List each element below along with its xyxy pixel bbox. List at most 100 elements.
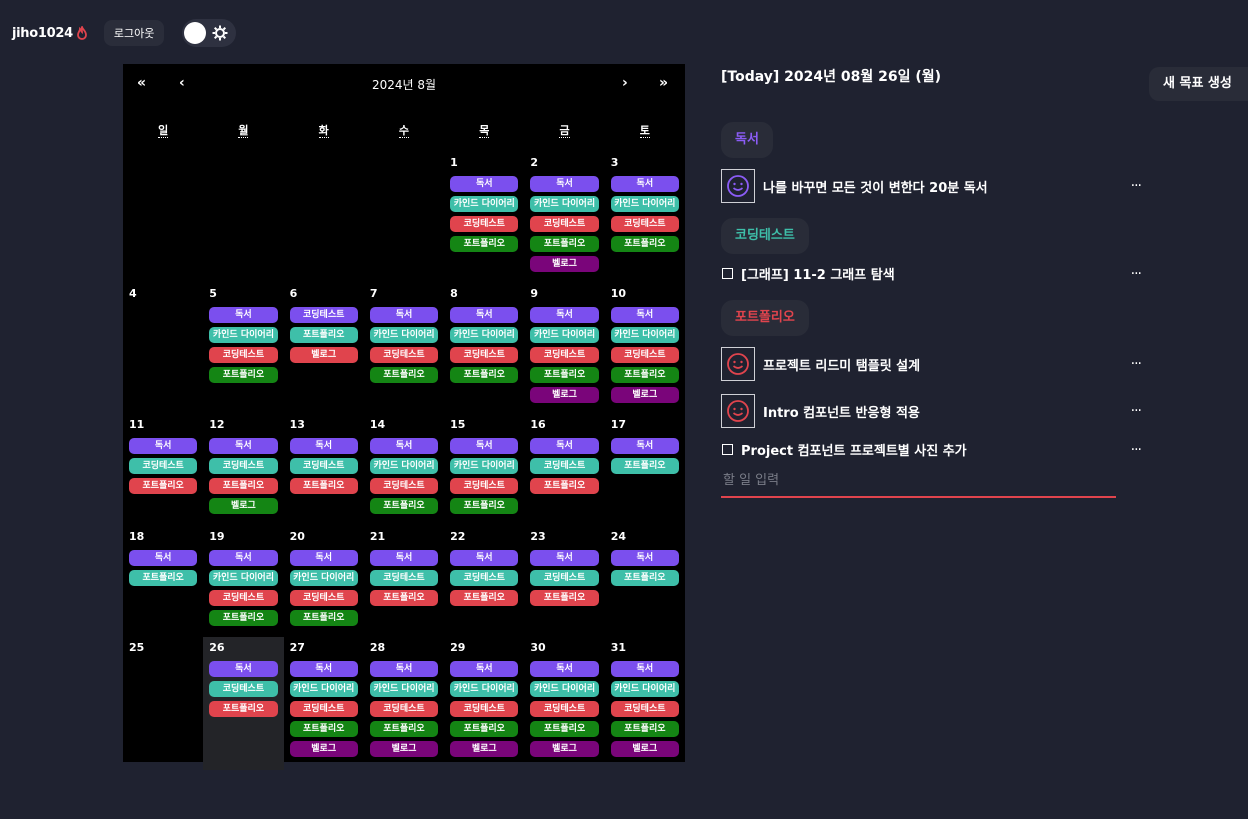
goal-tag[interactable]: 독서 (530, 661, 599, 677)
calendar-day[interactable]: 20 독서 카인드 다이어리 코딩테스트 포트폴리오 (284, 526, 364, 637)
goal-tag[interactable]: 포트폴리오 (450, 590, 519, 606)
goal-tag[interactable]: 코딩테스트 (289, 701, 358, 717)
goal-tag[interactable]: 벨로그 (610, 387, 679, 403)
more-options-icon[interactable]: ··· (1131, 356, 1142, 372)
calendar-day[interactable]: 4 (123, 283, 203, 414)
goal-tag[interactable]: 코딩테스트 (369, 347, 439, 363)
goal-tag[interactable]: 독서 (289, 438, 358, 454)
calendar-day[interactable]: 28 독서 카인드 다이어리 코딩테스트 포트폴리오 벨로그 (364, 637, 444, 770)
goal-tag[interactable]: 포트폴리오 (129, 478, 198, 494)
goal-tag[interactable]: 포트폴리오 (610, 458, 679, 474)
goal-tag[interactable]: 포트폴리오 (530, 478, 599, 494)
calendar-day[interactable]: 29 독서 카인드 다이어리 코딩테스트 포트폴리오 벨로그 (444, 637, 524, 770)
goal-tag[interactable]: 독서 (610, 307, 679, 323)
goal-tag[interactable]: 포트폴리오 (530, 367, 599, 383)
goal-chip-reading[interactable]: 독서 (721, 122, 773, 158)
goal-tag[interactable]: 포트폴리오 (289, 478, 358, 494)
todo-input[interactable] (721, 464, 1116, 498)
goal-tag[interactable]: 독서 (450, 661, 519, 677)
goal-tag[interactable]: 벨로그 (610, 741, 679, 757)
goal-tag[interactable]: 코딩테스트 (289, 590, 358, 606)
goal-tag[interactable]: 독서 (450, 307, 519, 323)
goal-tag[interactable]: 코딩테스트 (450, 570, 519, 586)
goal-tag[interactable]: 카인드 다이어리 (530, 681, 599, 697)
calendar-day[interactable]: 25 (123, 637, 203, 770)
calendar-day[interactable]: 15 독서 카인드 다이어리 코딩테스트 포트폴리오 (444, 414, 524, 526)
goal-tag[interactable]: 포트폴리오 (209, 478, 278, 494)
goal-tag[interactable]: 벨로그 (289, 347, 358, 363)
goal-tag[interactable]: 코딩테스트 (289, 307, 358, 323)
next-year-button[interactable]: » (659, 75, 668, 91)
goal-tag[interactable]: 독서 (369, 661, 439, 677)
goal-tag[interactable]: 독서 (369, 307, 439, 323)
goal-tag[interactable]: 포트폴리오 (369, 721, 439, 737)
calendar-day[interactable]: 13 독서 코딩테스트 포트폴리오 (284, 414, 364, 526)
goal-tag[interactable]: 카인드 다이어리 (610, 196, 679, 212)
calendar-day[interactable]: 21 독서 코딩테스트 포트폴리오 (364, 526, 444, 637)
calendar-day[interactable]: 10 독서 카인드 다이어리 코딩테스트 포트폴리오 벨로그 (605, 283, 685, 414)
goal-tag[interactable]: 독서 (369, 438, 439, 454)
goal-tag[interactable]: 카인드 다이어리 (450, 681, 519, 697)
calendar-day[interactable]: 22 독서 코딩테스트 포트폴리오 (444, 526, 524, 637)
todo-checkbox[interactable] (722, 444, 733, 455)
goal-chip-coding-test[interactable]: 코딩테스트 (721, 218, 809, 254)
goal-tag[interactable]: 포트폴리오 (610, 721, 679, 737)
goal-tag[interactable]: 독서 (129, 550, 198, 566)
calendar-day[interactable]: 1 독서 카인드 다이어리 코딩테스트 포트폴리오 (444, 152, 524, 283)
calendar-day[interactable]: 9 독서 카인드 다이어리 코딩테스트 포트폴리오 벨로그 (524, 283, 604, 414)
next-month-button[interactable]: › (622, 75, 628, 91)
goal-tag[interactable]: 코딩테스트 (530, 570, 599, 586)
goal-tag[interactable]: 코딩테스트 (450, 701, 519, 717)
more-options-icon[interactable]: ··· (1131, 178, 1142, 194)
goal-tag[interactable]: 코딩테스트 (450, 216, 519, 232)
calendar-day[interactable]: 12 독서 코딩테스트 포트폴리오 벨로그 (203, 414, 283, 526)
smile-face-icon[interactable] (721, 347, 755, 381)
goal-chip-portfolio[interactable]: 포트폴리오 (721, 300, 809, 336)
goal-tag[interactable]: 포트폴리오 (209, 610, 278, 626)
goal-tag[interactable]: 코딩테스트 (530, 701, 599, 717)
goal-tag[interactable]: 독서 (610, 661, 679, 677)
goal-tag[interactable]: 포트폴리오 (369, 498, 439, 514)
goal-tag[interactable]: 벨로그 (289, 741, 358, 757)
goal-tag[interactable]: 카인드 다이어리 (610, 327, 679, 343)
calendar-day[interactable]: 26 독서 코딩테스트 포트폴리오 (203, 637, 284, 770)
goal-tag[interactable]: 카인드 다이어리 (530, 196, 599, 212)
new-goal-button[interactable]: 새 목표 생성 (1149, 67, 1248, 101)
todo-checkbox[interactable] (722, 268, 733, 279)
goal-tag[interactable]: 독서 (530, 307, 599, 323)
calendar-day[interactable]: 18 독서 포트폴리오 (123, 526, 203, 637)
goal-tag[interactable]: 독서 (129, 438, 198, 454)
more-options-icon[interactable]: ··· (1131, 442, 1142, 458)
goal-tag[interactable]: 독서 (610, 176, 679, 192)
goal-tag[interactable]: 카인드 다이어리 (289, 570, 358, 586)
goal-tag[interactable]: 코딩테스트 (209, 347, 278, 363)
calendar-day[interactable]: 30 독서 카인드 다이어리 코딩테스트 포트폴리오 벨로그 (524, 637, 604, 770)
goal-tag[interactable]: 독서 (209, 307, 278, 323)
more-options-icon[interactable]: ··· (1131, 403, 1142, 419)
calendar-day[interactable]: 5 독서 카인드 다이어리 코딩테스트 포트폴리오 (203, 283, 283, 414)
goal-tag[interactable]: 코딩테스트 (369, 570, 439, 586)
goal-tag[interactable]: 포트폴리오 (530, 721, 599, 737)
goal-tag[interactable]: 독서 (450, 550, 519, 566)
goal-tag[interactable]: 포트폴리오 (209, 367, 278, 383)
goal-tag[interactable]: 코딩테스트 (209, 681, 278, 697)
smile-face-icon[interactable] (721, 169, 755, 203)
goal-tag[interactable]: 코딩테스트 (530, 347, 599, 363)
calendar-day[interactable]: 31 독서 카인드 다이어리 코딩테스트 포트폴리오 벨로그 (605, 637, 685, 770)
goal-tag[interactable]: 포트폴리오 (369, 590, 439, 606)
goal-tag[interactable]: 카인드 다이어리 (530, 327, 599, 343)
goal-tag[interactable]: 코딩테스트 (369, 478, 439, 494)
goal-tag[interactable]: 독서 (530, 438, 599, 454)
goal-tag[interactable]: 독서 (610, 438, 679, 454)
goal-tag[interactable]: 코딩테스트 (530, 458, 599, 474)
calendar-day[interactable]: 8 독서 카인드 다이어리 코딩테스트 포트폴리오 (444, 283, 524, 414)
goal-tag[interactable]: 포트폴리오 (610, 367, 679, 383)
goal-tag[interactable]: 독서 (450, 438, 519, 454)
calendar-day[interactable]: 11 독서 코딩테스트 포트폴리오 (123, 414, 203, 526)
goal-tag[interactable]: 독서 (369, 550, 439, 566)
goal-tag[interactable]: 포트폴리오 (610, 236, 679, 252)
calendar-day[interactable]: 7 독서 카인드 다이어리 코딩테스트 포트폴리오 (364, 283, 444, 414)
goal-tag[interactable]: 포트폴리오 (450, 236, 519, 252)
goal-tag[interactable]: 카인드 다이어리 (450, 458, 519, 474)
goal-tag[interactable]: 카인드 다이어리 (450, 327, 519, 343)
